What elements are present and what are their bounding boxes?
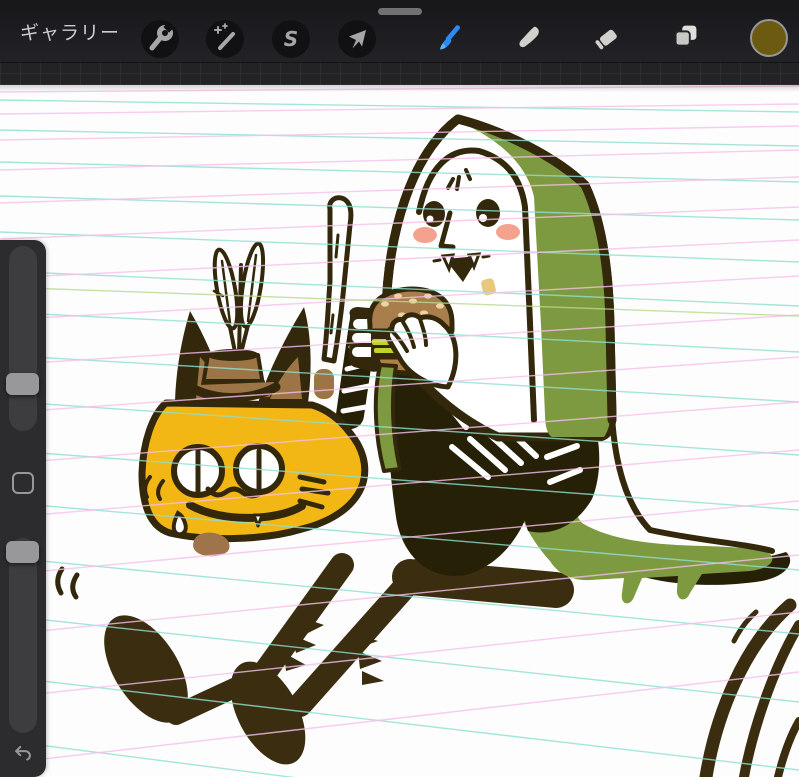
opacity-slider[interactable] <box>6 538 39 733</box>
adjustments-button[interactable] <box>206 20 244 58</box>
brush-sidebar <box>0 240 46 777</box>
paint-button[interactable] <box>432 20 468 56</box>
top-toolbar: ギャラリー S <box>0 0 799 62</box>
svg-text:S: S <box>284 27 298 51</box>
eraser-icon <box>595 29 617 50</box>
eraser-button[interactable] <box>590 20 626 56</box>
guide-lines <box>0 85 799 777</box>
gallery-label: ギャラリー <box>20 22 121 44</box>
paintbrush-icon <box>440 25 460 50</box>
layers-button[interactable] <box>668 20 704 56</box>
transform-button[interactable] <box>338 20 376 58</box>
smudge-finger-icon <box>519 26 539 48</box>
cat-drawing <box>55 195 369 600</box>
color-swatch-button[interactable] <box>750 19 788 57</box>
smudge-button[interactable] <box>511 20 547 56</box>
drag-handle[interactable] <box>378 8 422 15</box>
undo-arrow-icon <box>15 745 31 761</box>
size-slider[interactable] <box>6 246 39 431</box>
layers-icon <box>674 25 697 47</box>
selection-s-icon: S <box>284 27 298 51</box>
gallery-button[interactable]: ギャラリー <box>20 0 120 62</box>
corner-arcs-drawing <box>699 598 799 777</box>
magic-wand-icon <box>214 23 235 50</box>
selection-button[interactable]: S <box>272 20 310 58</box>
canvas-artwork <box>55 114 799 777</box>
opacity-slider-handle[interactable] <box>6 541 39 563</box>
actions-button[interactable] <box>141 20 179 58</box>
wrench-icon <box>149 21 175 51</box>
undo-button[interactable] <box>11 740 35 764</box>
app-screen: ギャラリー S <box>0 0 799 777</box>
canvas-surface[interactable] <box>0 85 799 777</box>
character-drawing <box>104 114 791 765</box>
modify-button[interactable] <box>12 472 34 494</box>
canvas-margin-grid <box>0 62 799 85</box>
size-slider-handle[interactable] <box>6 373 39 395</box>
arrow-cursor-icon <box>349 30 366 49</box>
